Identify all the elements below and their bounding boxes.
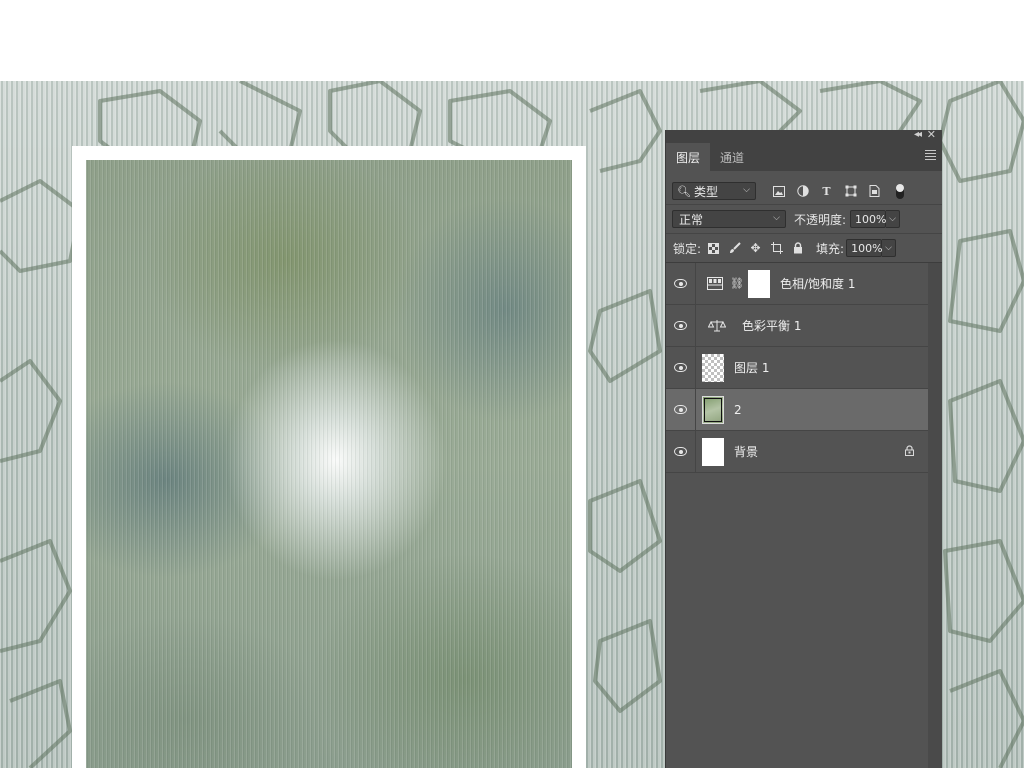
layer-name: 图层 1: [734, 361, 770, 375]
layer-filter-row: 🔍︎ 类型 ⌵ T: [666, 178, 942, 205]
lock-icon: [905, 444, 914, 459]
layer-name: 背景: [734, 445, 759, 459]
layer-row-hue-saturation[interactable]: ⛓ 色相/饱和度 1: [666, 263, 928, 305]
image-filter-icon[interactable]: [772, 185, 785, 198]
layers-panel: ◂◂ ✕ 图层 通道 🔍︎ 类型 ⌵ T 正常 ⌵ 不透明度: 100% ⌵ 锁…: [666, 128, 942, 768]
tab-channels[interactable]: 通道: [710, 143, 754, 171]
search-icon: 🔍︎: [677, 184, 691, 198]
panel-menu-icon[interactable]: [925, 150, 936, 160]
chevron-down-icon: ⌵: [743, 185, 750, 195]
layer-row-layer-1[interactable]: 图层 1: [666, 347, 928, 389]
lock-label: 锁定:: [673, 241, 702, 256]
lock-transparent-icon[interactable]: [707, 242, 720, 255]
lock-position-icon[interactable]: ✥: [749, 241, 762, 255]
poster-artwork: [86, 160, 572, 768]
text-filter-icon[interactable]: T: [820, 185, 833, 198]
shape-filter-icon[interactable]: [844, 185, 857, 198]
layers-list: ⛓ 色相/饱和度 1 色彩平衡 1 图层 1 2 背景: [666, 263, 928, 473]
adjustment-filter-icon[interactable]: [796, 185, 809, 198]
lock-all-icon[interactable]: [791, 242, 804, 255]
blend-row: 正常 ⌵ 不透明度: 100% ⌵: [666, 205, 942, 234]
layer-name: 色彩平衡 1: [742, 319, 802, 333]
panel-tabs: 图层 通道: [666, 143, 942, 171]
opacity-label: 不透明度:: [794, 212, 847, 227]
opacity-input[interactable]: 100%: [850, 210, 887, 228]
layer-row-background[interactable]: 背景: [666, 431, 928, 473]
layer-mask-thumbnail[interactable]: [747, 269, 770, 298]
lock-paint-icon[interactable]: [728, 242, 741, 255]
hue-saturation-icon: [706, 277, 724, 291]
lock-icons: ✥: [707, 241, 804, 255]
smart-object-filter-icon[interactable]: [868, 185, 881, 198]
panel-title-bar: ◂◂ ✕: [666, 128, 942, 143]
chevron-down-icon: ⌵: [773, 213, 780, 223]
visibility-eye-icon[interactable]: [666, 431, 696, 472]
blend-mode-dropdown[interactable]: 正常 ⌵: [672, 210, 786, 228]
filter-icons: T: [772, 183, 904, 199]
color-balance-icon: [708, 319, 726, 333]
collapse-panel-icon[interactable]: ◂◂: [914, 129, 922, 140]
layer-row-2[interactable]: 2: [666, 389, 928, 431]
fill-label: 填充:: [816, 241, 845, 256]
lock-artboard-icon[interactable]: [770, 242, 783, 255]
filter-toggle[interactable]: [896, 183, 904, 199]
layer-name: 2: [734, 402, 742, 417]
visibility-eye-icon[interactable]: [666, 347, 696, 388]
layer-thumbnail: [702, 395, 724, 424]
filter-kind-value: 类型: [693, 184, 718, 199]
lock-row: 锁定: ✥ 填充: 100% ⌵: [666, 234, 942, 263]
layer-row-color-balance[interactable]: 色彩平衡 1: [666, 305, 928, 347]
visibility-eye-icon[interactable]: [666, 263, 696, 304]
tab-layers[interactable]: 图层: [666, 143, 711, 171]
layer-name: 色相/饱和度 1: [779, 277, 856, 291]
opacity-dropdown-icon[interactable]: ⌵: [886, 210, 901, 228]
filter-kind-dropdown[interactable]: 🔍︎ 类型 ⌵: [672, 182, 756, 200]
layer-thumbnail: [702, 437, 724, 466]
layers-scrollbar[interactable]: [928, 263, 942, 768]
mask-link-icon[interactable]: ⛓: [730, 277, 744, 290]
fill-dropdown-icon[interactable]: ⌵: [882, 239, 897, 257]
layer-thumbnail: [702, 353, 724, 382]
blend-mode-value: 正常: [679, 212, 704, 227]
visibility-eye-icon[interactable]: [666, 389, 696, 430]
visibility-eye-icon[interactable]: [666, 305, 696, 346]
fill-input[interactable]: 100%: [846, 239, 883, 257]
close-panel-icon[interactable]: ✕: [927, 128, 936, 141]
